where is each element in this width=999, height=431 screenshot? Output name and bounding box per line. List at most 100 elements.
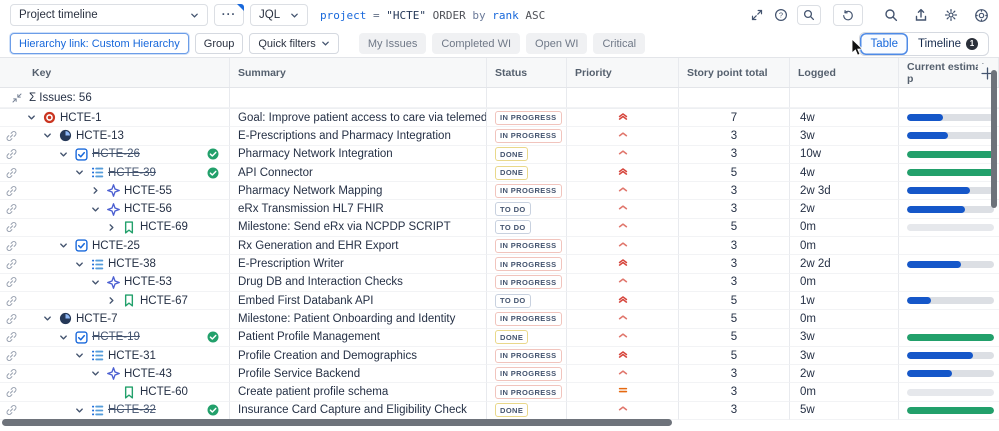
summary-cell[interactable]: E-Prescription Writer: [230, 255, 487, 274]
jql-mode-select[interactable]: JQL: [250, 4, 308, 26]
logged-cell[interactable]: 4w: [790, 163, 899, 183]
logged-cell[interactable]: 3w: [790, 127, 899, 146]
export-icon[interactable]: [913, 7, 929, 23]
table-row[interactable]: HCTE-39 API Connector DONE 5 4w: [0, 163, 999, 183]
summary-cell[interactable]: Create patient profile schema: [230, 383, 487, 402]
table-row[interactable]: HCTE-13 E-Prescriptions and Pharmacy Inte…: [0, 127, 999, 146]
story-points-cell[interactable]: 3: [679, 273, 790, 292]
table-row[interactable]: HCTE-19 Patient Profile Management DONE 5 3w: [0, 328, 999, 347]
link-icon[interactable]: [6, 185, 17, 196]
priority-high-icon[interactable]: [617, 310, 629, 327]
row-chevron-down-icon[interactable]: [24, 111, 38, 125]
story-points-cell[interactable]: 3: [679, 127, 790, 146]
quick-filter-open-wi[interactable]: Open WI: [526, 33, 588, 54]
summary-cell[interactable]: eRx Transmission HL7 FHIR: [230, 200, 487, 219]
column-header-logged[interactable]: Logged: [790, 58, 899, 87]
issue-key[interactable]: HCTE-56: [124, 203, 172, 215]
issue-key[interactable]: HCTE-13: [76, 130, 124, 142]
priority-highest-icon[interactable]: [617, 255, 629, 272]
story-points-cell[interactable]: 5: [679, 328, 790, 347]
row-chevron-down-icon[interactable]: [88, 367, 102, 381]
refresh-button[interactable]: [833, 4, 863, 26]
status-badge[interactable]: TO DO: [495, 202, 531, 217]
link-icon[interactable]: [6, 222, 17, 233]
link-icon[interactable]: [6, 405, 17, 416]
story-points-cell[interactable]: 3: [679, 365, 790, 384]
logged-cell[interactable]: 3w: [790, 346, 899, 366]
toggle-timeline[interactable]: Timeline 1: [908, 33, 988, 55]
issue-key[interactable]: HCTE-38: [108, 258, 156, 270]
summary-cell[interactable]: Profile Service Backend: [230, 365, 487, 384]
status-badge[interactable]: IN PROGRESS: [495, 238, 562, 253]
issue-key[interactable]: HCTE-26: [92, 148, 140, 160]
issue-key[interactable]: HCTE-53: [124, 276, 172, 288]
settings-ring-icon[interactable]: [973, 7, 989, 23]
quick-filter-completed-wi[interactable]: Completed WI: [432, 33, 521, 54]
summary-cell[interactable]: Drug DB and Interaction Checks: [230, 273, 487, 292]
logged-cell[interactable]: 1w: [790, 291, 899, 311]
story-points-cell[interactable]: 5: [679, 218, 790, 238]
priority-highest-icon[interactable]: [617, 292, 629, 309]
logged-cell[interactable]: 2w 2d: [790, 255, 899, 274]
priority-high-icon[interactable]: [617, 237, 629, 254]
priority-highest-icon[interactable]: [617, 347, 629, 364]
issue-key[interactable]: HCTE-19: [92, 331, 140, 343]
logged-cell[interactable]: 2w: [790, 200, 899, 219]
link-icon[interactable]: [6, 167, 17, 178]
status-badge[interactable]: IN PROGRESS: [495, 110, 562, 125]
row-chevron-down-icon[interactable]: [72, 257, 86, 271]
table-row[interactable]: HCTE-69 Milestone: Send eRx via NCPDP SCR…: [0, 218, 999, 238]
more-menu-button[interactable]: ···: [214, 4, 244, 26]
story-points-cell[interactable]: 3: [679, 255, 790, 274]
table-row[interactable]: HCTE-38 E-Prescription Writer IN PROGRESS 3…: [0, 255, 999, 274]
help-circle-icon[interactable]: ?: [773, 7, 789, 23]
logged-cell[interactable]: 0m: [790, 383, 899, 402]
status-badge[interactable]: TO DO: [495, 220, 531, 235]
row-chevron-down-icon[interactable]: [72, 349, 86, 363]
table-row[interactable]: HCTE-56 eRx Transmission HL7 FHIR TO DO 3 2w: [0, 200, 999, 219]
row-chevron-down-icon[interactable]: [56, 147, 70, 161]
row-chevron-down-icon[interactable]: [56, 330, 70, 344]
view-selector[interactable]: Project timeline: [10, 4, 208, 26]
row-chevron-down-icon[interactable]: [88, 275, 102, 289]
story-points-cell[interactable]: 3: [679, 401, 790, 421]
status-badge[interactable]: DONE: [495, 147, 529, 162]
table-row[interactable]: HCTE-26 Pharmacy Network Integration DONE 3…: [0, 145, 999, 164]
settings-gear-icon[interactable]: [943, 7, 959, 23]
status-badge[interactable]: IN PROGRESS: [495, 183, 562, 198]
link-icon[interactable]: [6, 240, 17, 251]
row-chevron-down-icon[interactable]: [56, 239, 70, 253]
table-row[interactable]: HCTE-67 Embed First Databank API TO DO 5 1w: [0, 291, 999, 311]
story-points-cell[interactable]: 3: [679, 200, 790, 219]
column-header-key[interactable]: Key: [0, 58, 230, 87]
story-points-cell[interactable]: 5: [679, 310, 790, 329]
hierarchy-link-button[interactable]: Hierarchy link: Custom Hierarchy: [10, 33, 189, 54]
group-button[interactable]: Group: [194, 33, 244, 54]
vertical-scrollbar[interactable]: [991, 70, 997, 208]
summary-cell[interactable]: Embed First Databank API: [230, 291, 487, 311]
status-badge[interactable]: IN PROGRESS: [495, 311, 562, 326]
link-icon[interactable]: [6, 277, 17, 288]
collapse-all-icon[interactable]: [12, 93, 22, 103]
expand-icon[interactable]: [749, 7, 765, 23]
column-header-priority[interactable]: Priority: [567, 58, 679, 87]
issue-key[interactable]: HCTE-69: [140, 221, 188, 233]
table-row[interactable]: HCTE-32 Insurance Card Capture and Eligib…: [0, 401, 999, 421]
logged-cell[interactable]: 4w: [790, 109, 899, 128]
priority-high-icon[interactable]: [617, 402, 629, 419]
row-chevron-down-icon[interactable]: [72, 166, 86, 180]
priority-high-icon[interactable]: [617, 182, 629, 199]
story-points-cell[interactable]: 3: [679, 145, 790, 164]
column-header-summary[interactable]: Summary: [230, 58, 487, 87]
summary-cell[interactable]: Pharmacy Network Integration: [230, 145, 487, 164]
status-badge[interactable]: IN PROGRESS: [495, 275, 562, 290]
status-badge[interactable]: TO DO: [495, 293, 531, 308]
summary-cell[interactable]: Rx Generation and EHR Export: [230, 237, 487, 256]
priority-high-icon[interactable]: [617, 146, 629, 163]
link-icon[interactable]: [6, 350, 17, 361]
status-badge[interactable]: DONE: [495, 330, 529, 345]
logged-cell[interactable]: 3w: [790, 328, 899, 347]
logged-cell[interactable]: 2w 3d: [790, 182, 899, 201]
table-row[interactable]: HCTE-53 Drug DB and Interaction Checks IN …: [0, 273, 999, 292]
row-chevron-right-icon[interactable]: [104, 220, 118, 234]
